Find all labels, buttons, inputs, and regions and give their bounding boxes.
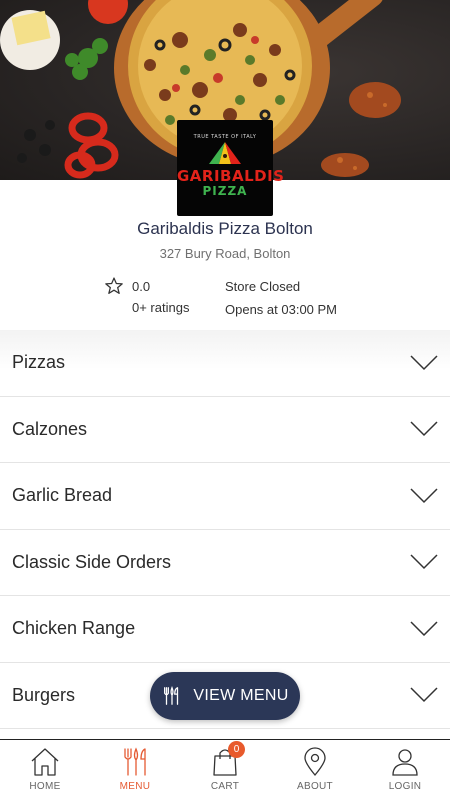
- category-row-classic-side-orders[interactable]: Classic Side Orders: [0, 530, 450, 596]
- view-menu-label: VIEW MENU: [193, 687, 289, 704]
- logo-subtitle: PIZZA: [202, 184, 248, 198]
- category-label: Chicken Range: [12, 618, 136, 639]
- user-icon: [392, 749, 418, 776]
- pizza-slice-icon: [209, 142, 241, 164]
- category-label: Pizzas: [12, 352, 66, 373]
- rating-value: 0.0: [132, 279, 151, 294]
- nav-about[interactable]: ABOUT: [270, 740, 360, 800]
- cutlery-icon: [124, 747, 146, 776]
- store-logo: TRUE TASTE OF ITALY GARIBALDIS PIZZA: [177, 120, 285, 216]
- logo-name: GARIBALDIS: [177, 167, 285, 185]
- nav-label: CART: [210, 781, 240, 792]
- nav-cart[interactable]: 0 CART: [180, 740, 270, 800]
- chevron-down-icon[interactable]: [410, 421, 438, 437]
- rating-count: 0+ ratings: [132, 300, 190, 315]
- category-row-garlic-bread[interactable]: Garlic Bread: [0, 463, 450, 530]
- nav-home[interactable]: HOME: [0, 740, 90, 800]
- chevron-down-icon[interactable]: [410, 488, 438, 504]
- store-status-block: Store Closed Opens at 03:00 PM: [225, 279, 337, 317]
- home-icon: [31, 748, 59, 776]
- location-pin-icon: [304, 747, 326, 777]
- category-row-calzones[interactable]: Calzones: [0, 397, 450, 463]
- category-label: Calzones: [12, 418, 88, 439]
- bottom-nav: HOME MENU 0 CART ABOUT LOGIN: [0, 739, 450, 800]
- chevron-down-icon[interactable]: [410, 554, 438, 570]
- chevron-down-icon[interactable]: [410, 687, 438, 703]
- nav-label: MENU: [119, 781, 151, 792]
- category-label: Burgers: [12, 684, 76, 705]
- opening-time: Opens at 03:00 PM: [225, 302, 338, 317]
- category-label: Classic Side Orders: [12, 551, 172, 572]
- logo-tagline: TRUE TASTE OF ITALY: [193, 134, 257, 140]
- nav-menu[interactable]: MENU: [90, 740, 180, 800]
- chevron-down-icon[interactable]: [410, 355, 438, 371]
- cart-count-badge: 0: [228, 741, 245, 758]
- store-name: Garibaldis Pizza Bolton: [137, 219, 313, 238]
- cutlery-icon: [164, 686, 179, 705]
- nav-login[interactable]: LOGIN: [360, 740, 450, 800]
- category-list: Pizzas Calzones Garlic Bread Classic Sid…: [0, 330, 450, 729]
- nav-label: HOME: [29, 781, 61, 792]
- chevron-down-icon[interactable]: [410, 621, 438, 637]
- nav-label: ABOUT: [297, 781, 333, 792]
- store-address: 327 Bury Road, Bolton: [159, 246, 291, 261]
- star-icon: [105, 277, 123, 294]
- category-row-chicken-range[interactable]: Chicken Range: [0, 596, 450, 663]
- store-status: Store Closed: [225, 279, 301, 294]
- category-label: Garlic Bread: [12, 485, 113, 506]
- view-menu-button[interactable]: VIEW MENU: [150, 672, 300, 720]
- nav-label: LOGIN: [388, 781, 422, 792]
- category-row-pizzas[interactable]: Pizzas: [0, 330, 450, 397]
